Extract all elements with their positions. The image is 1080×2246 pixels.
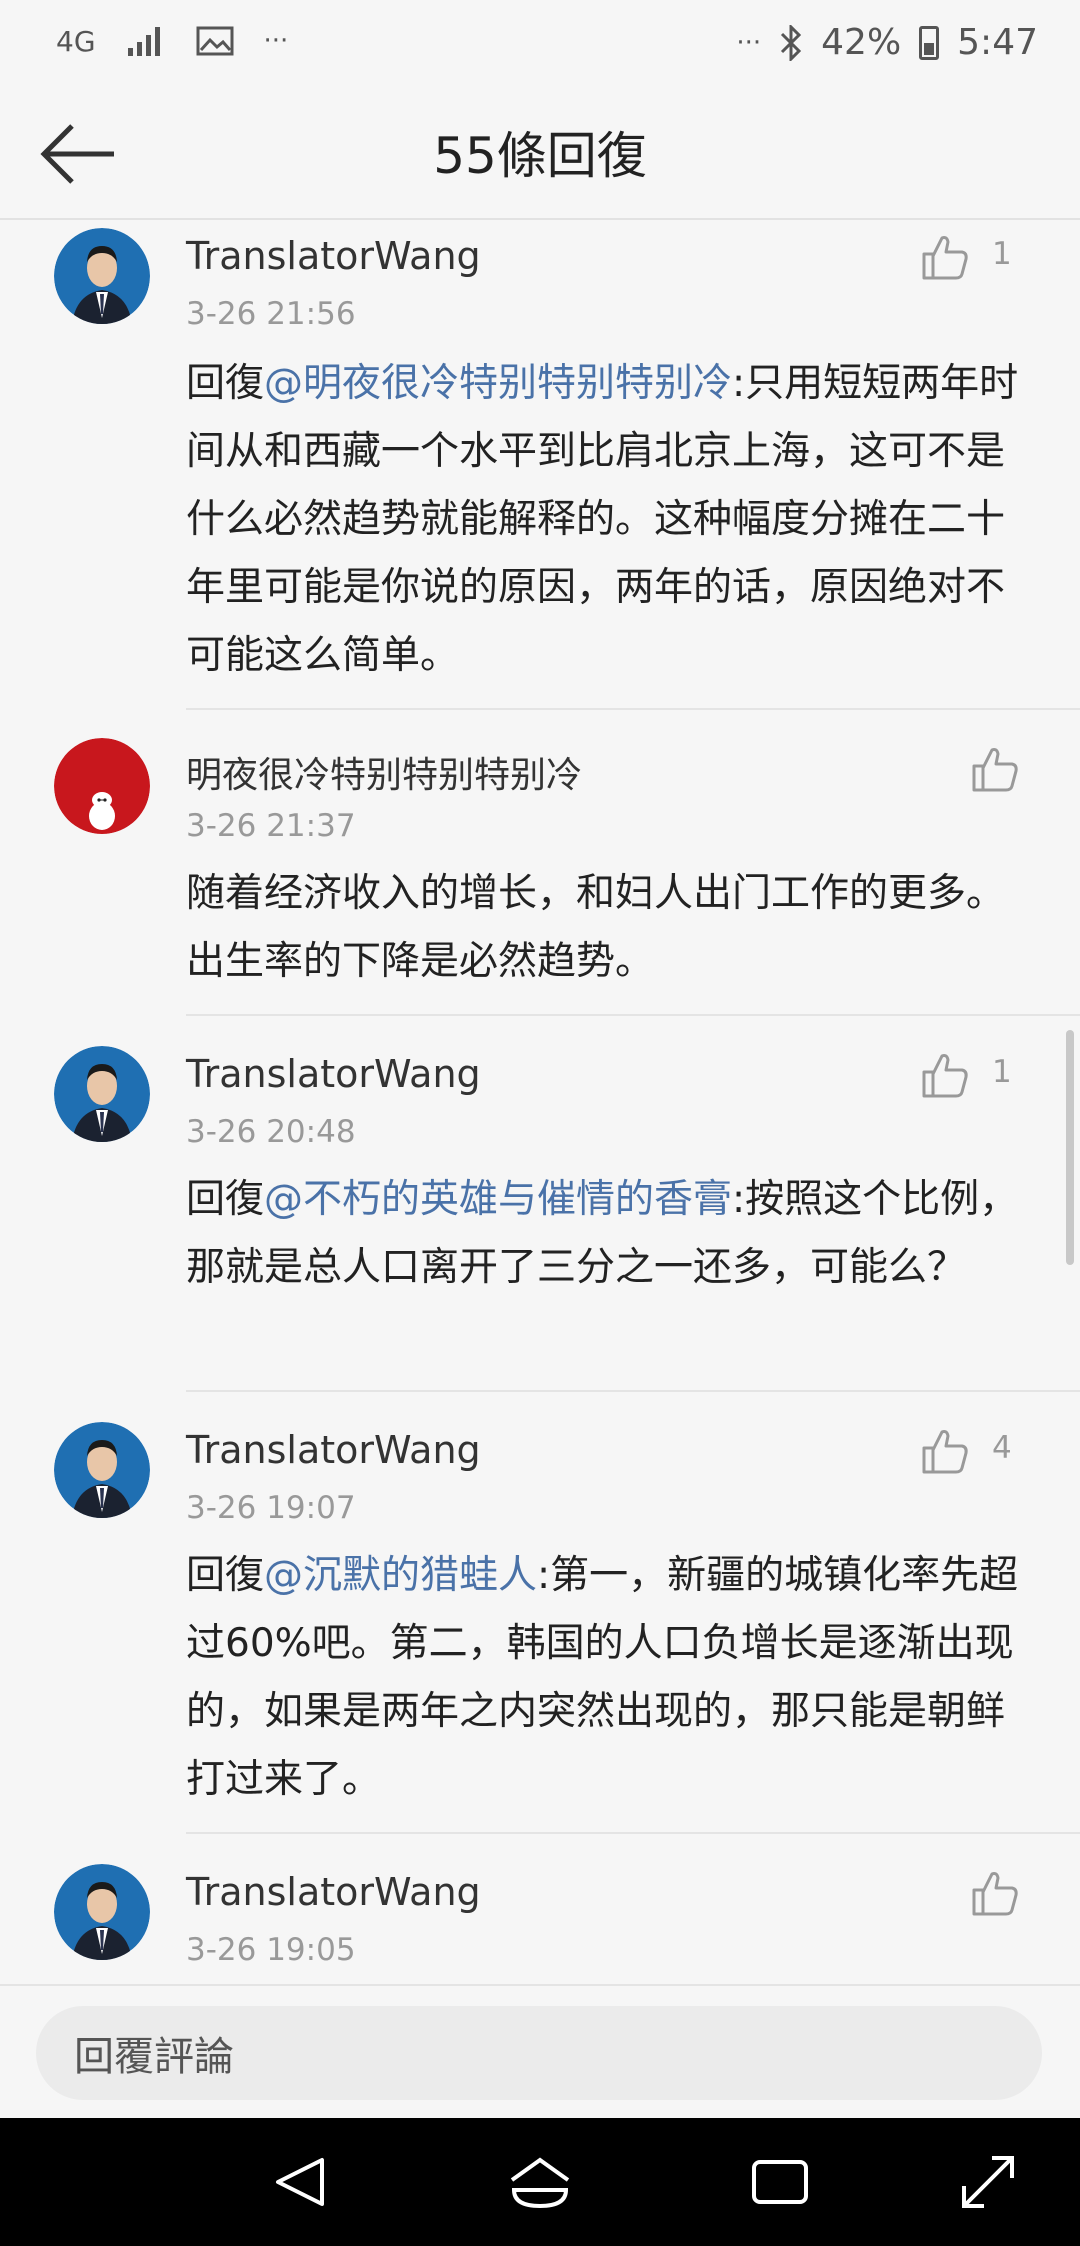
thumbs-up-icon (972, 1872, 1018, 1916)
reply-input[interactable]: 回覆評論 (36, 2006, 1042, 2100)
like-count: 1 (992, 236, 1012, 272)
reply-prefix: 回復 (186, 1553, 265, 1598)
avatar[interactable] (54, 1046, 150, 1142)
mention-link[interactable]: @明夜很冷特别特别特别冷 (264, 361, 732, 406)
comment-time: 3-26 19:05 (186, 1932, 356, 1968)
avatar[interactable] (54, 228, 150, 324)
page-title: 55條回復 (433, 127, 647, 185)
comment-text: :只用短短两年时间从和西藏一个水平到比肩北京上海，这可不是什么必然趋势就能解释的… (186, 361, 1019, 678)
reply-prefix: 回復 (186, 1177, 265, 1222)
image-notification-icon (196, 26, 234, 56)
battery-percent: 42% (821, 22, 902, 63)
comment-body: 回復@沉默的猎蛙人:第一，新疆的城镇化率先超过60%吧。第二，韩国的人口负增长是… (186, 1542, 1036, 1814)
app-header: 55條回復 (0, 90, 1080, 220)
comment-body: 回復@明夜很冷特别特别特别冷:只用短短两年时间从和西藏一个水平到比肩北京上海，这… (186, 350, 1036, 690)
comment-text: 随着经济收入的增长，和妇人出门工作的更多。出生率的下降是必然趋势。 (186, 871, 1006, 984)
comment-time: 3-26 21:56 (186, 296, 356, 332)
comment-username[interactable]: TranslatorWang (186, 1870, 481, 1914)
thumbs-up-icon (972, 748, 1018, 792)
comment-item: 明夜很冷特别特别特别冷 3-26 21:37 随着经济收入的增长，和妇人出门工作… (0, 710, 1080, 984)
home-nav-icon[interactable] (508, 2150, 572, 2214)
comment-body: 回復@不朽的英雄与催情的香膏:按照这个比例，那就是总人口离开了三分之一还多，可能… (186, 1166, 1036, 1302)
comment-time: 3-26 21:37 (186, 808, 356, 844)
like-button[interactable] (970, 744, 1020, 794)
status-bar: 4G ··· ··· 42% 5:47 (0, 0, 1080, 90)
comment-list[interactable]: TranslatorWang 3-26 21:56 1 回復@明夜很冷特别特别特… (0, 220, 1080, 1984)
comment-item: TranslatorWang 3-26 20:48 1 回復@不朽的英雄与催情的… (0, 1016, 1080, 1392)
expand-nav-icon[interactable] (956, 2150, 1020, 2214)
network-type-icon: 4G (56, 24, 96, 58)
reply-bar: 回覆評論 (0, 1984, 1080, 2120)
comment-body: 随着经济收入的增长，和妇人出门工作的更多。出生率的下降是必然趋势。 (186, 860, 1036, 996)
thumbs-up-icon (922, 1430, 968, 1474)
thumbs-up-icon (922, 236, 968, 280)
recents-nav-icon[interactable] (748, 2150, 812, 2214)
comment-item: TranslatorWang 3-26 19:05 (0, 1834, 1080, 1984)
signal-icon (127, 27, 160, 56)
comment-username[interactable]: 明夜很冷特别特别特别冷 (186, 746, 582, 798)
like-count: 1 (992, 1054, 1012, 1090)
avatar[interactable] (54, 738, 150, 834)
mention-link[interactable]: @沉默的猎蛙人 (264, 1553, 537, 1598)
more-status-icon: ··· (736, 27, 762, 58)
comment-item: TranslatorWang 3-26 21:56 1 回復@明夜很冷特别特别特… (0, 220, 1080, 710)
scrollbar[interactable] (1066, 1030, 1074, 1265)
comment-username[interactable]: TranslatorWang (186, 1428, 481, 1472)
back-nav-icon[interactable] (270, 2150, 334, 2214)
clock: 5:47 (957, 22, 1038, 63)
system-nav-bar (0, 2118, 1080, 2246)
more-notifications-icon: ··· (263, 26, 289, 56)
mention-link[interactable]: @不朽的英雄与催情的香膏 (264, 1177, 732, 1222)
comment-username[interactable]: TranslatorWang (186, 234, 481, 278)
avatar[interactable] (54, 1864, 150, 1960)
avatar[interactable] (54, 1422, 150, 1518)
comment-username[interactable]: TranslatorWang (186, 1052, 481, 1096)
reply-prefix: 回復 (186, 361, 265, 406)
like-button[interactable] (970, 1868, 1020, 1918)
battery-icon (919, 25, 940, 60)
like-button[interactable]: 1 (920, 1050, 1012, 1100)
comment-time: 3-26 20:48 (186, 1114, 356, 1150)
thumbs-up-icon (922, 1054, 968, 1098)
like-count: 4 (992, 1430, 1012, 1466)
like-button[interactable]: 1 (920, 232, 1012, 282)
comment-item: TranslatorWang 3-26 19:07 4 回復@沉默的猎蛙人:第一… (0, 1392, 1080, 1834)
comment-time: 3-26 19:07 (186, 1490, 356, 1526)
like-button[interactable]: 4 (920, 1426, 1012, 1476)
bluetooth-icon (781, 24, 802, 61)
